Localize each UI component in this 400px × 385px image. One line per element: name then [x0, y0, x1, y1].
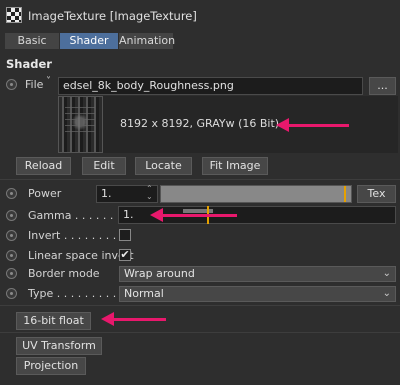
type-label: Type . . . . . . . . . .	[28, 287, 124, 300]
border-mode-label: Border mode	[28, 267, 100, 280]
tab-animation[interactable]: Animation	[119, 33, 175, 49]
annotation-arrow-shaft	[112, 318, 166, 321]
power-slider-marker[interactable]	[344, 186, 346, 202]
file-label: File	[25, 78, 44, 91]
tab-shader[interactable]: Shader	[60, 33, 118, 49]
16-bit-float-button[interactable]: 16-bit float	[16, 312, 91, 330]
annotation-arrow-shaft	[160, 214, 237, 217]
linear-space-invert-checkbox[interactable]: ✔	[119, 249, 131, 261]
power-slider[interactable]	[160, 185, 352, 203]
uv-transform-button[interactable]: UV Transform	[16, 337, 102, 355]
chevron-down-icon: ⌄	[382, 288, 391, 299]
type-animate-radio-icon[interactable]	[6, 288, 17, 299]
annotation-arrow-icon	[276, 118, 289, 132]
edit-button[interactable]: Edit	[82, 157, 126, 175]
section-title: Shader	[6, 57, 52, 71]
tex-button[interactable]: Tex	[357, 185, 396, 203]
file-animate-radio-icon[interactable]	[6, 79, 17, 90]
annotation-arrow-icon	[101, 312, 114, 326]
browse-button[interactable]: ...	[369, 77, 396, 95]
stepper-arrows-icon[interactable]: ⌃ ⌄	[146, 185, 153, 201]
projection-button[interactable]: Projection	[16, 357, 86, 375]
invert-label: Invert . . . . . . . . .	[28, 229, 124, 242]
power-label: Power	[28, 187, 62, 200]
divider	[0, 332, 400, 333]
divider	[0, 179, 400, 180]
reload-button[interactable]: Reload	[16, 157, 71, 175]
linear-space-invert-animate-radio-icon[interactable]	[6, 250, 17, 261]
invert-checkbox[interactable]	[119, 229, 131, 241]
linear-space-invert-label: Linear space invert	[28, 249, 134, 262]
border-mode-value: Wrap around	[124, 267, 195, 280]
annotation-arrow-shaft	[285, 124, 349, 127]
annotation-arrow-icon	[150, 208, 163, 222]
gamma-label: Gamma . . . . . . . .	[28, 209, 128, 222]
power-animate-radio-icon[interactable]	[6, 188, 17, 199]
tab-basic[interactable]: Basic	[5, 33, 59, 49]
image-info-text: 8192 x 8192, GRAYw (16 Bit)	[120, 117, 280, 130]
texture-preview-thumbnail	[58, 96, 103, 153]
border-mode-animate-radio-icon[interactable]	[6, 268, 17, 279]
chevron-down-icon: ⌄	[382, 268, 391, 279]
window-title: ImageTexture [ImageTexture]	[28, 9, 197, 23]
file-path-input[interactable]: edsel_8k_body_Roughness.png	[58, 77, 363, 95]
type-select[interactable]: Normal ⌄	[119, 286, 396, 302]
gamma-animate-radio-icon[interactable]	[6, 210, 17, 221]
border-mode-select[interactable]: Wrap around ⌄	[119, 266, 396, 282]
chevron-down-icon[interactable]: ˅	[46, 76, 51, 87]
locate-button[interactable]: Locate	[135, 157, 192, 175]
divider	[0, 305, 400, 306]
type-value: Normal	[124, 287, 164, 300]
image-texture-icon	[6, 7, 22, 23]
fit-image-button[interactable]: Fit Image	[202, 157, 268, 175]
invert-animate-radio-icon[interactable]	[6, 230, 17, 241]
